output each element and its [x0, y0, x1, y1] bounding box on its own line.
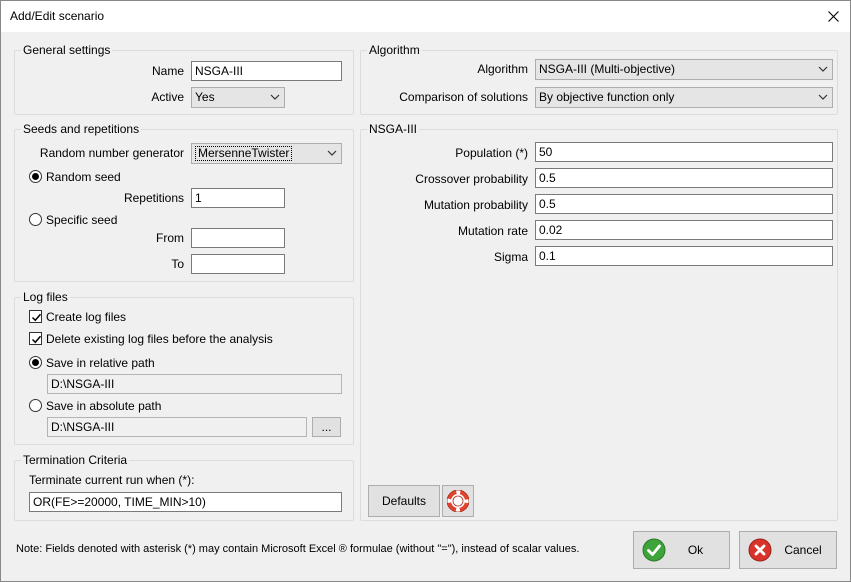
absolute-path-radio[interactable]: [29, 399, 42, 412]
from-input[interactable]: [191, 228, 285, 248]
random-seed-label: Random seed: [46, 170, 121, 184]
relative-path-label: Save in relative path: [46, 356, 155, 370]
title-bar: Add/Edit scenario: [1, 1, 850, 32]
comparison-select[interactable]: By objective function only: [535, 87, 833, 108]
name-label: Name: [151, 64, 184, 78]
help-button[interactable]: [442, 485, 474, 517]
termination-label: Terminate current run when (*):: [29, 473, 195, 487]
delete-log-checkbox[interactable]: [29, 332, 42, 345]
ok-button[interactable]: Ok: [633, 531, 730, 569]
cancel-button[interactable]: Cancel: [739, 531, 837, 569]
param-input[interactable]: 0.5: [535, 194, 833, 214]
create-log-checkbox[interactable]: [29, 310, 42, 323]
algorithm-select[interactable]: NSGA-III (Multi-objective): [535, 59, 833, 80]
algorithm-legend: Algorithm: [367, 43, 422, 57]
checkmark-icon: [31, 335, 42, 344]
active-select[interactable]: Yes: [191, 87, 285, 108]
general-settings-legend: General settings: [21, 43, 113, 57]
param-input[interactable]: 0.5: [535, 168, 833, 188]
nsga-legend: NSGA-III: [367, 122, 420, 136]
absolute-path-label: Save in absolute path: [46, 399, 162, 413]
footer-note: Note: Fields denoted with asterisk (*) m…: [16, 543, 580, 555]
comparison-select-value: By objective function only: [539, 90, 675, 104]
rng-label: Random number generator: [39, 146, 184, 160]
cancel-label: Cancel: [784, 543, 822, 557]
to-label: To: [171, 257, 184, 271]
comparison-label: Comparison of solutions: [399, 90, 528, 104]
algorithm-select-value: NSGA-III (Multi-objective): [539, 62, 676, 76]
repetitions-input[interactable]: 1: [191, 188, 285, 208]
param-label: Mutation rate: [457, 224, 528, 238]
chevron-down-icon: [327, 150, 337, 156]
window-title: Add/Edit scenario: [10, 9, 105, 23]
defaults-button[interactable]: Defaults: [368, 485, 440, 517]
close-button[interactable]: [816, 1, 850, 32]
termination-input[interactable]: OR(FE>=20000, TIME_MIN>10): [29, 492, 342, 512]
close-icon: [827, 11, 839, 22]
termination-legend: Termination Criteria: [21, 453, 130, 467]
rng-select-value: MersenneTwister: [195, 146, 293, 161]
seeds-legend: Seeds and repetitions: [21, 122, 142, 136]
general-settings-group: General settings: [14, 43, 354, 115]
dialog-window: Add/Edit scenario General settings Name …: [0, 0, 851, 582]
param-label: Sigma: [493, 250, 528, 264]
rng-select[interactable]: MersenneTwister: [191, 143, 342, 164]
chevron-down-icon: [270, 94, 280, 100]
delete-log-label: Delete existing log files before the ana…: [46, 332, 273, 346]
chevron-down-icon: [818, 94, 828, 100]
ok-label: Ok: [687, 543, 704, 557]
log-files-legend: Log files: [21, 290, 70, 304]
browse-button[interactable]: ...: [312, 417, 341, 437]
active-label: Active: [151, 90, 184, 104]
specific-seed-radio[interactable]: [29, 213, 42, 226]
param-label: Crossover probability: [415, 172, 528, 186]
algorithm-label: Algorithm: [477, 62, 528, 76]
create-log-label: Create log files: [46, 310, 127, 324]
param-input[interactable]: 0.02: [535, 220, 833, 240]
to-input[interactable]: [191, 254, 285, 274]
lifebuoy-icon: [447, 490, 469, 512]
param-label: Population (*): [455, 146, 528, 160]
relative-path-radio[interactable]: [29, 356, 42, 369]
param-label: Mutation probability: [423, 198, 528, 212]
random-seed-radio[interactable]: [29, 170, 42, 183]
absolute-path-field: D:\NSGA-III: [47, 417, 307, 437]
name-input[interactable]: NSGA-III: [191, 61, 342, 81]
repetitions-label: Repetitions: [123, 191, 184, 205]
checkmark-icon: [31, 313, 42, 322]
specific-seed-label: Specific seed: [46, 213, 118, 227]
from-label: From: [156, 231, 184, 245]
param-input[interactable]: 50: [535, 142, 833, 162]
green-check-icon: [642, 538, 666, 562]
chevron-down-icon: [818, 66, 828, 72]
red-x-icon: [748, 538, 772, 562]
relative-path-field: D:\NSGA-III: [47, 374, 342, 394]
active-select-value: Yes: [195, 90, 215, 104]
param-input[interactable]: 0.1: [535, 246, 833, 266]
